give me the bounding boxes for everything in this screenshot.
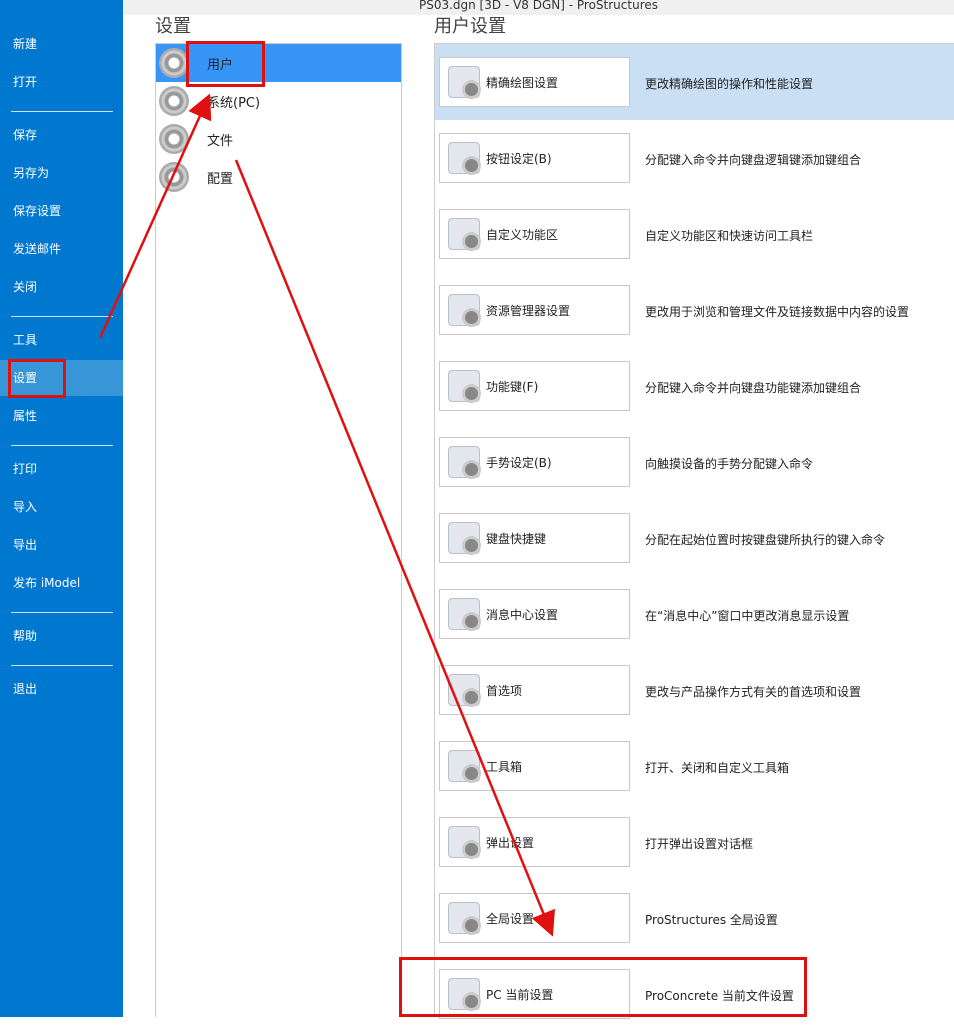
highlight-settings xyxy=(8,359,66,398)
highlight-pc-settings xyxy=(399,957,807,1017)
highlight-user xyxy=(186,41,265,87)
annotation-arrows xyxy=(98,93,556,937)
arrow-to-user xyxy=(98,93,212,339)
arrow-to-pc-settings xyxy=(234,159,556,937)
